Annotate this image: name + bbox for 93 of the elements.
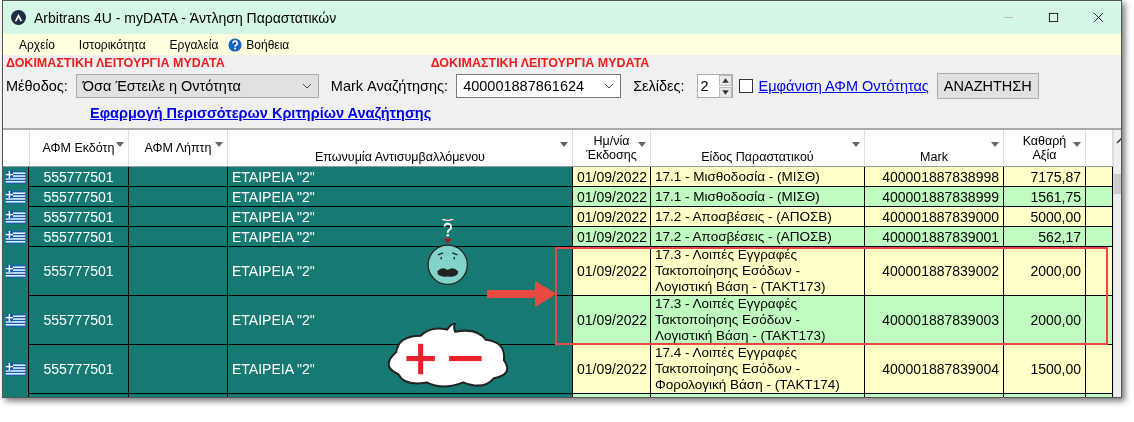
dropdown-arrow-icon[interactable] bbox=[991, 142, 999, 147]
table-cell: 01/09/2022 bbox=[573, 247, 651, 296]
arrow-icon bbox=[487, 281, 557, 307]
flag-icon bbox=[5, 363, 26, 376]
table-cell: 562,17 bbox=[1004, 227, 1086, 247]
table-cell: 01/09/2022 bbox=[573, 296, 651, 345]
menu-item[interactable]: Εργαλεία bbox=[169, 37, 219, 52]
dropdown-arrow-icon[interactable] bbox=[116, 142, 124, 147]
column-header[interactable]: Είδος Παραστατικού bbox=[651, 130, 865, 166]
test-mode-label: ΔΟΚΙΜΑΣΤΙΚΗ ΛΕΙΤΟΥΡΓΙΑ MYDATA bbox=[430, 56, 650, 70]
checkbox[interactable] bbox=[738, 79, 753, 93]
table-cell: ΕΤΑΙΡΕΙΑ "2" bbox=[228, 296, 573, 345]
column-header[interactable]: Καθαρή Αξία bbox=[1004, 130, 1086, 166]
table-cell: 555777501 bbox=[29, 247, 129, 296]
table-cell bbox=[1086, 167, 1113, 187]
table-cell: 01/09/2022 bbox=[573, 167, 651, 187]
column-header-label: Ημ/νία Έκδοσης bbox=[586, 134, 637, 162]
table-cell: 01/09/2022 bbox=[573, 207, 651, 227]
pages-label: Σελίδες: bbox=[633, 78, 685, 94]
app-logo-icon bbox=[11, 10, 26, 25]
search-button[interactable]: ΑΝΑΖΗΤΗΣΗ bbox=[936, 73, 1039, 99]
dropdown-arrow-icon[interactable] bbox=[638, 142, 646, 147]
flag-icon bbox=[5, 265, 26, 278]
table-cell: 7175,87 bbox=[1004, 167, 1086, 187]
table-cell: 400001887839003 bbox=[865, 296, 1004, 345]
column-header[interactable]: Mark bbox=[865, 130, 1004, 166]
table-cell: 2000,00 bbox=[1004, 296, 1086, 345]
help-icon bbox=[228, 37, 243, 52]
table-cell: 17.3 - Λοιπές Εγγραφές Τακτοποίησης Εσόδων - Λογιστική Βάση - (ΤΑΚΤ173) bbox=[651, 296, 865, 345]
maximize-icon[interactable] bbox=[1048, 12, 1059, 23]
table-cell: 17.3 - Λοιπές Εγγραφές Τακτοποίησης Εσόδων - Λογιστική Βάση - (ΤΑΚΤ173) bbox=[651, 247, 865, 296]
table-cell: 17.1 - Μισθοδοσία - (ΜΙΣΘ) bbox=[651, 187, 865, 207]
table-cell: 555777501 bbox=[29, 207, 129, 227]
window-title: Arbitrans 4U - myDATA - Άντληση Παραστατικών bbox=[34, 9, 337, 26]
close-icon[interactable] bbox=[1093, 12, 1104, 23]
table-cell: 2000,00 bbox=[1004, 247, 1086, 296]
show-vat-link[interactable]: Εμφάνιση ΑΦΜ Οντότητας bbox=[758, 78, 929, 94]
table-cell: 555777501 bbox=[29, 167, 129, 187]
table-cell: 17.2 - Αποσβέσεις - (ΑΠΟΣΒ) bbox=[651, 227, 865, 247]
column-header-label: ΑΦΜ Εκδότη bbox=[42, 141, 115, 155]
chevron-down-icon bbox=[301, 83, 312, 89]
table-cell: 555777501 bbox=[29, 187, 129, 207]
table-cell: 01/09/2022 bbox=[573, 187, 651, 207]
menu-item[interactable]: Ιστορικότητα bbox=[78, 37, 146, 52]
table-cell: 400001887839000 bbox=[865, 207, 1004, 227]
method-label: Μέθοδος: bbox=[6, 78, 68, 94]
table-cell: 400001887839001 bbox=[865, 227, 1004, 247]
chevron-down-icon bbox=[604, 83, 615, 89]
table-cell: 17.2 - Αποσβέσεις - (ΑΠΟΣΒ) bbox=[651, 207, 865, 227]
mark-label: Mark Αναζήτησης: bbox=[330, 78, 449, 94]
table-cell: 400001887839004 bbox=[865, 345, 1004, 394]
column-header-label: Καθαρή Αξία bbox=[1021, 134, 1068, 162]
test-mode-label: ΔΟΚΙΜΑΣΤΙΚΗ ΛΕΙΤΟΥΡΓΙΑ MYDATA bbox=[6, 56, 225, 70]
column-header[interactable]: Επωνυμία Αντισυμβαλλόμενου bbox=[228, 130, 573, 166]
table-cell: ΕΤΑΙΡΕΙΑ "2" bbox=[228, 187, 573, 207]
table-cell: 17.4 - Λοιπές Εγγραφές Τακτοποίησης Εσόδων - Φορολογική Βάση - (ΤΑΚΤ174) bbox=[651, 345, 865, 394]
column-header-label: Επωνυμία Αντισυμβαλλόμενου bbox=[315, 150, 485, 164]
table-cell: ΕΤΑΙΡΕΙΑ "2" bbox=[228, 167, 573, 187]
column-header-label: Mark bbox=[920, 150, 948, 164]
table-cell: 555777501 bbox=[29, 227, 129, 247]
column-header[interactable]: Ημ/νία Έκδοσης bbox=[573, 130, 651, 166]
table-cell: ΕΤΑΙΡΕΙΑ "2" bbox=[228, 207, 573, 227]
column-header-label: ΑΦΜ Λήπτη bbox=[144, 141, 212, 155]
dropdown-arrow-icon[interactable] bbox=[1073, 142, 1081, 147]
dropdown-arrow-icon[interactable] bbox=[560, 142, 568, 147]
table-cell bbox=[1086, 207, 1113, 227]
mark-dropdown[interactable]: 400001887861624 bbox=[456, 74, 622, 98]
dropdown-arrow-icon[interactable] bbox=[215, 142, 223, 147]
table-cell: 555777501 bbox=[29, 345, 129, 394]
table-cell: 1561,75 bbox=[1004, 187, 1086, 207]
table-cell bbox=[1086, 227, 1113, 247]
table-cell: 400001887838998 bbox=[865, 167, 1004, 187]
pages-spinner[interactable]: 2 bbox=[696, 74, 733, 98]
table-cell: 5000,00 bbox=[1004, 207, 1086, 227]
table-cell: 01/09/2022 bbox=[573, 345, 651, 394]
table-cell bbox=[1086, 345, 1113, 394]
flag-icon bbox=[5, 314, 26, 327]
dropdown-arrow-icon[interactable] bbox=[852, 142, 860, 147]
table-cell bbox=[1086, 187, 1113, 207]
menu-item[interactable]: Βοήθεια bbox=[246, 37, 290, 52]
table-cell: 01/09/2022 bbox=[573, 227, 651, 247]
column-header-label: Είδος Παραστατικού bbox=[701, 150, 814, 164]
table-cell: 555777501 bbox=[29, 296, 129, 345]
method-dropdown[interactable]: Όσα Έστειλε η Οντότητα bbox=[75, 74, 319, 98]
table-cell: 400001887839002 bbox=[865, 247, 1004, 296]
column-header[interactable]: ΑΦΜ Λήπτη bbox=[129, 130, 228, 166]
table-cell: 17.1 - Μισθοδοσία - (ΜΙΣΘ) bbox=[651, 167, 865, 187]
column-header[interactable]: ΑΦΜ Εκδότη bbox=[29, 130, 129, 166]
more-criteria-link[interactable]: Εφαρμογή Περισσότερων Κριτηρίων Αναζήτησης bbox=[90, 105, 432, 121]
table-cell: 1500,00 bbox=[1004, 345, 1086, 394]
menu-item[interactable]: Αρχείο bbox=[19, 37, 55, 52]
table-cell: ΕΤΑΙΡΕΙΑ "2" bbox=[228, 227, 573, 247]
table-cell: 400001887838999 bbox=[865, 187, 1004, 207]
